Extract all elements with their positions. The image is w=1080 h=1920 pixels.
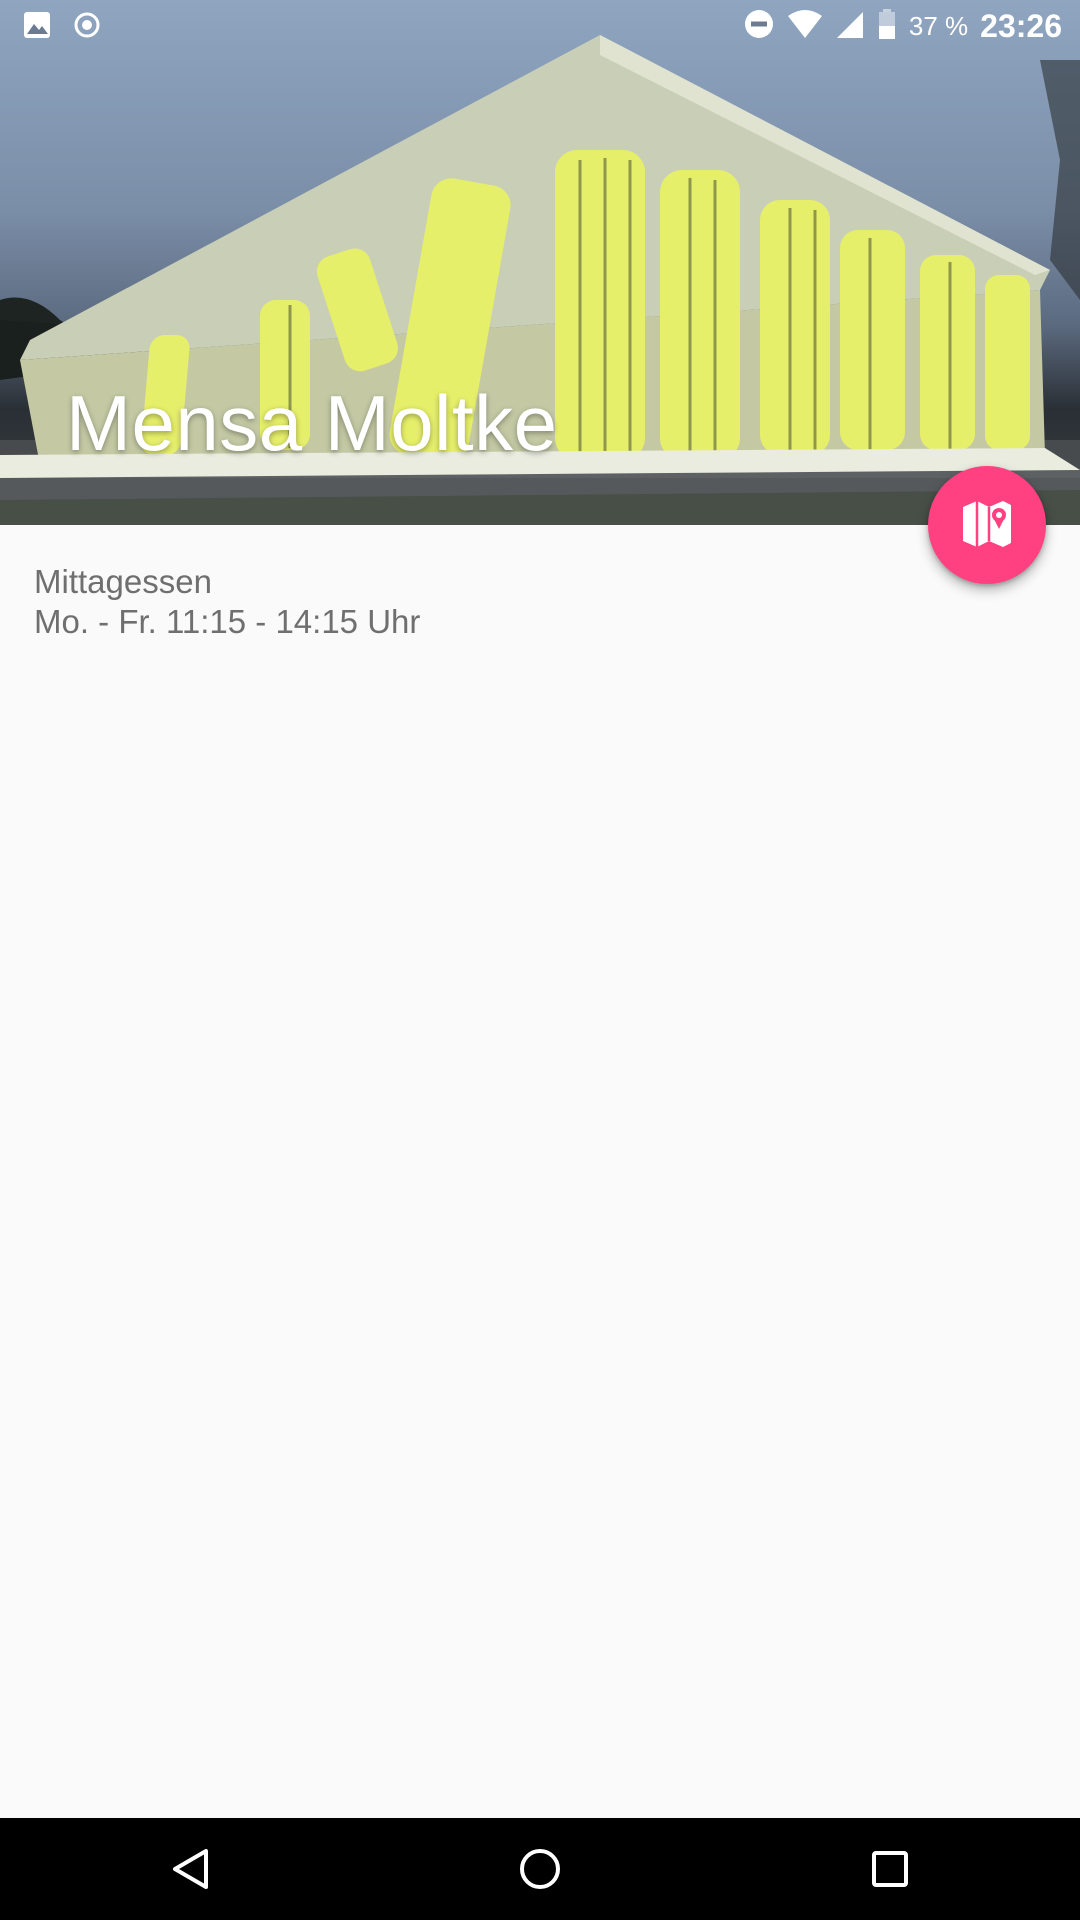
header-image: 37 % 23:26 Mensa Moltke (0, 0, 1080, 525)
home-button[interactable] (505, 1836, 575, 1906)
dnd-icon (743, 8, 775, 45)
home-icon (518, 1847, 562, 1896)
back-button[interactable] (155, 1836, 225, 1906)
status-bar: 37 % 23:26 (0, 0, 1080, 52)
record-icon (72, 10, 102, 45)
recents-icon (870, 1849, 910, 1894)
hours-text: Mo. - Fr. 11:15 - 14:15 Uhr (34, 603, 421, 640)
signal-icon (835, 8, 865, 45)
map-button[interactable] (928, 466, 1046, 584)
image-icon (22, 10, 52, 45)
battery-percent: 37 % (908, 11, 969, 41)
navigation-bar (0, 1818, 1080, 1920)
meal-label: Mittagessen (34, 563, 212, 600)
back-icon (170, 1847, 210, 1896)
battery-icon (877, 8, 897, 45)
map-icon (961, 499, 1013, 552)
opening-hours: Mittagessen Mo. - Fr. 11:15 - 14:15 Uhr (34, 562, 420, 642)
clock: 23:26 (980, 8, 1062, 44)
wifi-icon (787, 8, 823, 45)
recents-button[interactable] (855, 1836, 925, 1906)
page-title: Mensa Moltke (66, 379, 558, 467)
